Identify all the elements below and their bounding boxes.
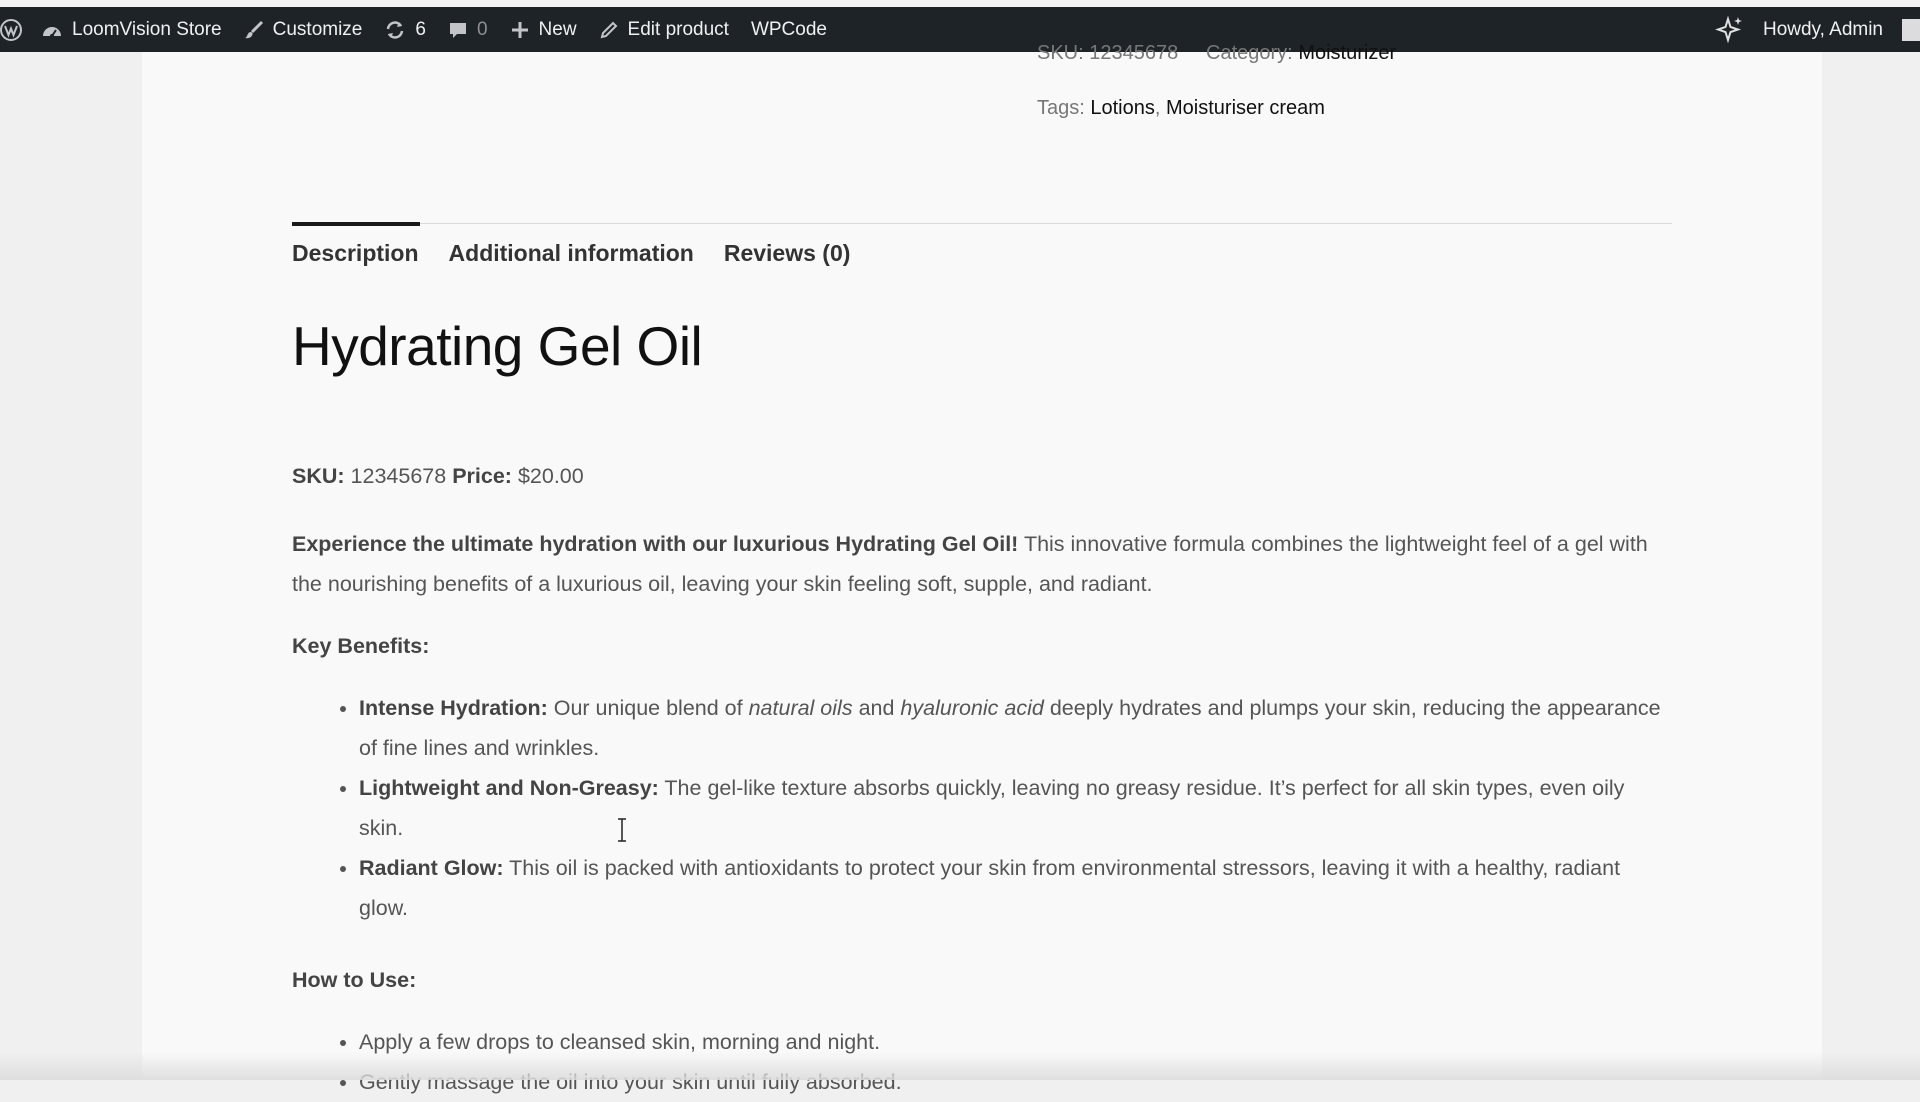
tags-label: Tags: (1037, 97, 1085, 119)
intro-bold: Experience the ultimate hydration with o… (292, 532, 1019, 556)
tag-link-lotions[interactable]: Lotions (1090, 97, 1155, 119)
wordpress-icon (0, 18, 22, 41)
product-description: SKU: 12345678 Price: $20.00 Experience t… (292, 462, 1672, 1102)
list-item: Intense Hydration: Our unique blend of n… (359, 688, 1672, 768)
ai-assistant-button[interactable] (1714, 7, 1763, 52)
key-benefits-heading: Key Benefits: (292, 634, 430, 658)
bottom-shade (0, 1052, 1920, 1080)
desc-price-value: $20.00 (517, 464, 584, 488)
comments-count: 0 (476, 18, 488, 40)
product-title: Hydrating Gel Oil (292, 315, 703, 377)
updates-link[interactable]: 6 (373, 7, 437, 52)
category-link[interactable]: Moisturizer (1298, 42, 1396, 64)
tab-additional-information[interactable]: Additional information (449, 240, 694, 267)
top-strip (0, 0, 1920, 7)
active-tab-indicator (292, 222, 420, 226)
benefit-text: Our unique blend of (553, 696, 743, 720)
tab-reviews[interactable]: Reviews (0) (724, 240, 851, 267)
site-name-menu[interactable]: LoomVision Store (30, 7, 233, 52)
product-meta-sku-category: SKU: 12345678 Category: Moisturizer (1037, 43, 1396, 63)
benefit-title: Intense Hydration: (359, 696, 548, 720)
benefit-title: Lightweight and Non-Greasy: (359, 776, 659, 800)
account-menu[interactable]: Howdy, Admin (1763, 7, 1920, 52)
edit-product-link[interactable]: Edit product (588, 7, 740, 52)
sku-label: SKU: (1037, 42, 1084, 64)
comments-link[interactable]: 0 (437, 7, 499, 52)
product-meta-tags: Tags: Lotions, Moisturiser cream (1037, 88, 1396, 128)
wpcode-label: WPCode (750, 18, 827, 40)
admin-bar: LoomVision Store Customize 6 0 New Edit … (0, 7, 1920, 52)
howdy-label: Howdy, Admin (1762, 18, 1883, 40)
text-cursor-icon (617, 818, 626, 842)
wpcode-menu[interactable]: WPCode (740, 7, 838, 52)
desc-sku-label: SKU: (292, 464, 345, 488)
category-label: Category: (1206, 42, 1293, 64)
product-page-panel: SKU: 12345678 Category: Moisturizer Tags… (142, 43, 1822, 1094)
updates-icon (384, 20, 406, 40)
benefits-list: Intense Hydration: Our unique blend of n… (292, 688, 1672, 928)
tab-description[interactable]: Description (292, 240, 419, 267)
benefit-title: Radiant Glow: (359, 856, 504, 880)
updates-count: 6 (415, 18, 426, 40)
wordpress-logo-menu[interactable] (0, 7, 30, 52)
customize-label: Customize (272, 18, 363, 40)
product-tabs: Description Additional information Revie… (292, 240, 850, 267)
benefit-emphasis: natural oils (748, 696, 853, 720)
desc-price-label: Price: (452, 464, 512, 488)
sku-value: 12345678 (1089, 42, 1179, 64)
sparkle-icon (1714, 15, 1745, 45)
edit-product-label: Edit product (627, 18, 729, 40)
sku-price-line: SKU: 12345678 Price: $20.00 (292, 456, 1672, 496)
new-content-menu[interactable]: New (499, 7, 588, 52)
site-name-label: LoomVision Store (72, 18, 222, 40)
product-meta: SKU: 12345678 Category: Moisturizer Tags… (1037, 43, 1396, 128)
intro-paragraph: Experience the ultimate hydration with o… (292, 524, 1672, 604)
tag-separator: , (1154, 97, 1161, 119)
new-label: New (538, 18, 577, 40)
tabs-divider (292, 223, 1672, 224)
comment-bubble-icon (448, 20, 468, 40)
benefit-emphasis: hyaluronic acid (900, 696, 1044, 720)
paintbrush-icon (244, 20, 264, 40)
dashboard-icon (41, 20, 63, 40)
how-to-use-heading: How to Use: (292, 968, 417, 992)
tag-link-moisturiser-cream[interactable]: Moisturiser cream (1166, 97, 1325, 119)
list-item: Radiant Glow: This oil is packed with an… (359, 848, 1672, 928)
customize-link[interactable]: Customize (233, 7, 374, 52)
pencil-icon (599, 20, 619, 40)
plus-icon (510, 20, 530, 40)
desc-sku-value: 12345678 (350, 464, 447, 488)
avatar (1902, 18, 1920, 41)
list-item: Lightweight and Non-Greasy: The gel-like… (359, 768, 1672, 848)
benefit-text: This oil is packed with antioxidants to … (359, 856, 1621, 920)
benefit-text: and (858, 696, 895, 720)
